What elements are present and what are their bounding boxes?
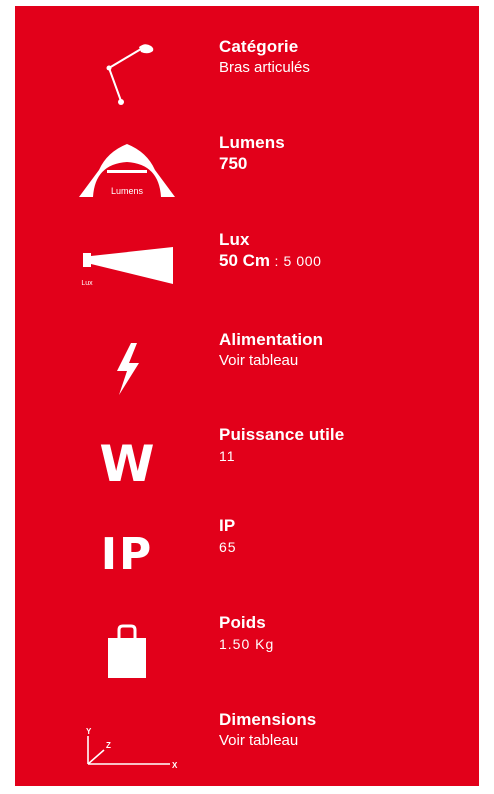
spec-row-category: Catégorie Bras articulés bbox=[15, 36, 479, 116]
spec-value: 65 bbox=[219, 539, 237, 555]
spec-label: Alimentation bbox=[219, 330, 324, 349]
lumens-icon-caption: Lumens bbox=[111, 186, 144, 196]
spec-value: 50 Cm : 5 000 bbox=[219, 251, 322, 271]
spec-value: 11 bbox=[219, 448, 236, 464]
spec-value-lux: : 5 000 bbox=[270, 253, 322, 269]
spec-value: Voir tableau bbox=[219, 732, 299, 749]
lightning-bolt-icon bbox=[67, 329, 187, 409]
ip-rating-icon: IP bbox=[67, 515, 187, 595]
spec-label: Lumens bbox=[219, 133, 285, 152]
weight-bag-icon bbox=[67, 612, 187, 692]
spec-value: Bras articulés bbox=[219, 59, 310, 76]
spec-value: 1.50 Kg bbox=[219, 636, 275, 652]
lux-beam-icon: Lux bbox=[67, 229, 187, 309]
spec-row-dimensions: Y Z X Dimensions Voir tableau bbox=[15, 709, 479, 789]
spec-text: Poids 1.50 Kg bbox=[219, 612, 274, 654]
spec-text: Lumens 750 bbox=[219, 132, 285, 174]
spec-value: Voir tableau bbox=[219, 352, 299, 369]
spec-value-distance: 50 Cm bbox=[219, 251, 271, 270]
spec-label: Catégorie bbox=[219, 37, 299, 56]
spec-row-weight: Poids 1.50 Kg bbox=[15, 612, 479, 692]
spec-text: Alimentation Voir tableau bbox=[219, 329, 323, 371]
spec-label: Puissance utile bbox=[219, 425, 345, 444]
ip-glyph: IP bbox=[100, 529, 154, 580]
spec-row-lux: Lux Lux 50 Cm : 5 000 bbox=[15, 229, 479, 309]
spec-text: Puissance utile 11 bbox=[219, 424, 344, 466]
spec-text: IP 65 bbox=[219, 515, 237, 557]
watt-glyph: W bbox=[99, 435, 155, 493]
lumens-dome-icon: Lumens bbox=[67, 132, 187, 212]
spec-row-power-supply: Alimentation Voir tableau bbox=[15, 329, 479, 409]
spec-row-ip: IP IP 65 bbox=[15, 515, 479, 595]
spec-text: Dimensions Voir tableau bbox=[219, 709, 316, 751]
axis-label-x: X bbox=[172, 761, 178, 770]
spec-label: Dimensions bbox=[219, 710, 317, 729]
axis-label-z: Z bbox=[106, 741, 111, 750]
axis-label-y: Y bbox=[86, 727, 92, 736]
articulated-arm-icon bbox=[67, 36, 187, 116]
watt-icon: W bbox=[67, 424, 187, 504]
spec-label: Lux bbox=[219, 230, 250, 249]
spec-label: IP bbox=[219, 516, 236, 535]
product-specs-panel: Catégorie Bras articulés Lumens Lumens 7… bbox=[15, 6, 479, 786]
lux-icon-caption: Lux bbox=[81, 280, 93, 287]
spec-value: 750 bbox=[219, 154, 248, 173]
spec-text: Lux 50 Cm : 5 000 bbox=[219, 229, 322, 271]
spec-row-lumens: Lumens Lumens 750 bbox=[15, 132, 479, 212]
spec-text: Catégorie Bras articulés bbox=[219, 36, 310, 78]
dimensions-axes-icon: Y Z X bbox=[67, 709, 187, 789]
spec-row-power: W Puissance utile 11 bbox=[15, 424, 479, 504]
spec-label: Poids bbox=[219, 613, 266, 632]
